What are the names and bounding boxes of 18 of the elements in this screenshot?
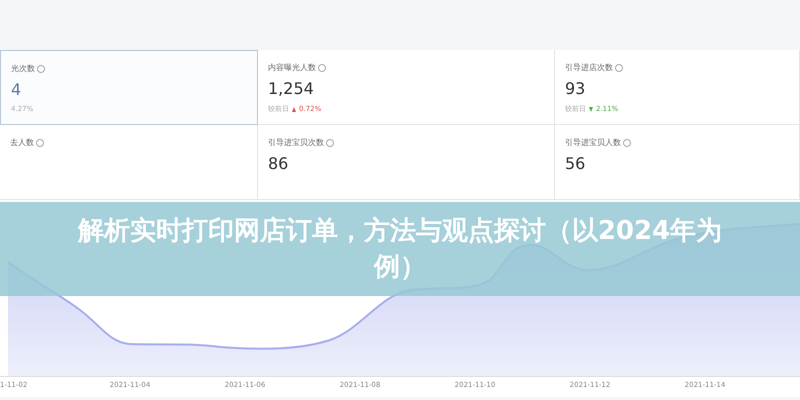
stat-label: 内容曝光人数 bbox=[268, 62, 316, 73]
help-icon bbox=[37, 64, 45, 72]
help-icon bbox=[318, 64, 326, 72]
help-icon bbox=[36, 138, 44, 146]
stat-label: 引导进店次数 bbox=[565, 62, 613, 73]
help-icon bbox=[623, 138, 631, 146]
stat-value: 1,254 bbox=[268, 79, 314, 98]
stat-label: 光次数 bbox=[11, 63, 35, 74]
stat-label: 去人数 bbox=[10, 137, 34, 148]
stat-value: 4 bbox=[11, 80, 22, 99]
help-icon bbox=[615, 64, 623, 72]
help-icon bbox=[326, 138, 334, 146]
stat-label: 引导进宝贝人数 bbox=[565, 137, 621, 148]
stat-value: 93 bbox=[565, 79, 586, 98]
stat-label: 引导进宝贝次数 bbox=[268, 137, 324, 148]
article-title: 解析实时打印网店订单，方法与观点探讨（以2024年为例） bbox=[76, 215, 724, 284]
stat-value: 86 bbox=[268, 154, 288, 173]
stat-value: 56 bbox=[565, 154, 586, 173]
